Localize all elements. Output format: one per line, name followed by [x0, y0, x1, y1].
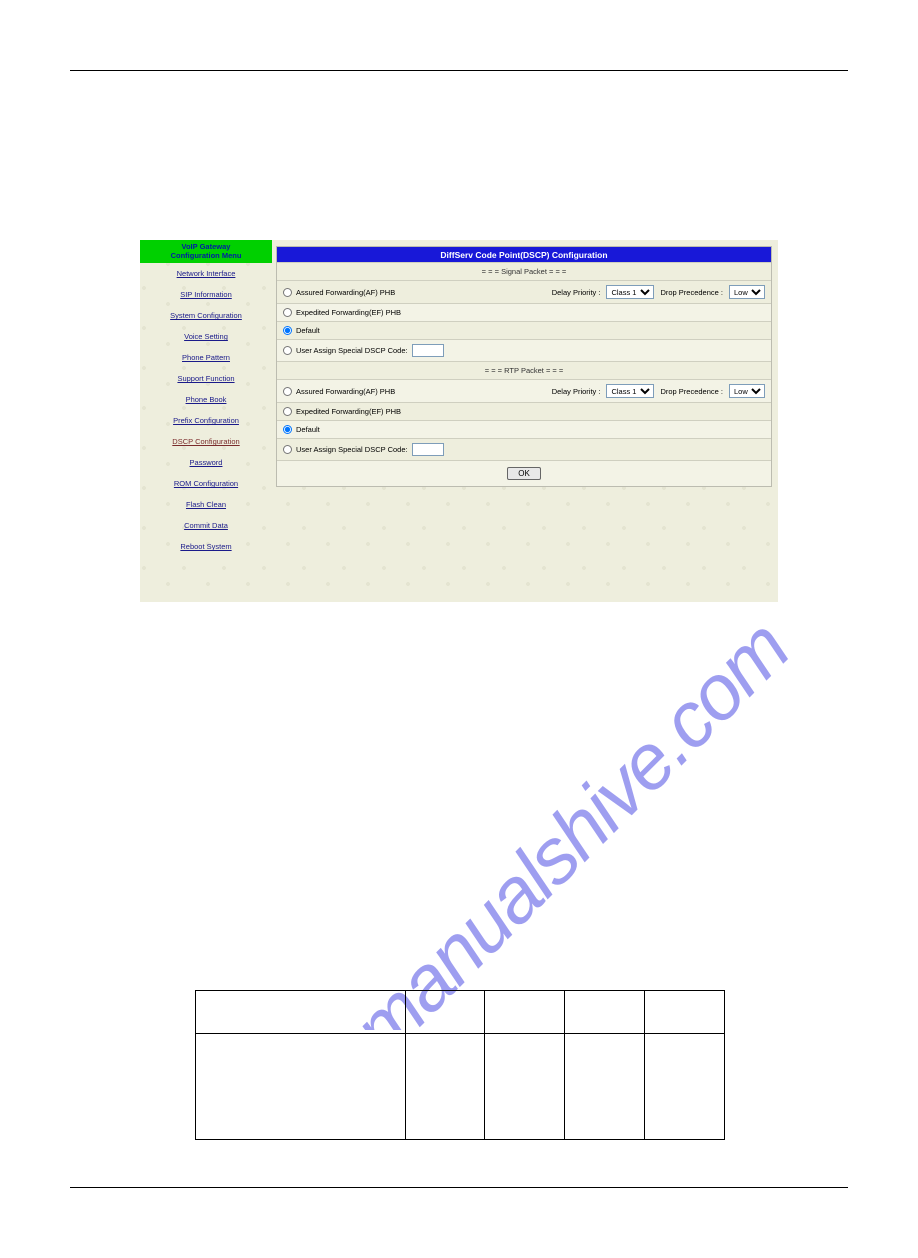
rtp-default-radio[interactable]: [283, 425, 292, 434]
signal-user-row: User Assign Special DSCP Code:: [277, 339, 771, 361]
signal-user-code-input[interactable]: [412, 344, 444, 357]
sidebar-item-network-interface[interactable]: Network Interface: [140, 263, 272, 284]
sidebar-item-support-function[interactable]: Support Function: [140, 368, 272, 389]
signal-default-row: Default: [277, 321, 771, 339]
table-row: [196, 991, 725, 1034]
rtp-user-option[interactable]: User Assign Special DSCP Code:: [283, 445, 408, 454]
sidebar-item-rom-configuration[interactable]: ROM Configuration: [140, 473, 272, 494]
rtp-user-code-input[interactable]: [412, 443, 444, 456]
signal-delay-select[interactable]: Class 1: [606, 285, 654, 299]
sidebar-item-prefix-configuration[interactable]: Prefix Configuration: [140, 410, 272, 431]
rtp-user-radio[interactable]: [283, 445, 292, 454]
rtp-user-row: User Assign Special DSCP Code:: [277, 438, 771, 460]
sidebar-item-commit-data[interactable]: Commit Data: [140, 515, 272, 536]
sidebar-item-flash-clean[interactable]: Flash Clean: [140, 494, 272, 515]
rtp-user-label: User Assign Special DSCP Code:: [296, 445, 408, 454]
rtp-delay-label: Delay Priority :: [552, 387, 601, 396]
signal-af-radio[interactable]: [283, 288, 292, 297]
sidebar-item-voice-setting[interactable]: Voice Setting: [140, 326, 272, 347]
table-row: [196, 1033, 725, 1139]
watermark-text: manualshive.com: [335, 604, 805, 1030]
signal-delay-label: Delay Priority :: [552, 288, 601, 297]
sidebar-item-sip-information[interactable]: SIP Information: [140, 284, 272, 305]
sidebar-header-line2: Configuration Menu: [142, 252, 270, 261]
rtp-af-radio[interactable]: [283, 387, 292, 396]
signal-drop-select[interactable]: Low: [729, 285, 765, 299]
signal-drop-label: Drop Precedence :: [660, 288, 723, 297]
rtp-af-option[interactable]: Assured Forwarding(AF) PHB: [283, 387, 395, 396]
ok-button[interactable]: OK: [507, 467, 541, 480]
sidebar: VoIP Gateway Configuration Menu Network …: [140, 240, 272, 557]
rtp-ef-label: Expedited Forwarding(EF) PHB: [296, 407, 401, 416]
rtp-ef-radio[interactable]: [283, 407, 292, 416]
rtp-delay-select[interactable]: Class 1: [606, 384, 654, 398]
signal-default-radio[interactable]: [283, 326, 292, 335]
signal-ef-radio[interactable]: [283, 308, 292, 317]
rtp-default-row: Default: [277, 420, 771, 438]
sidebar-item-phone-pattern[interactable]: Phone Pattern: [140, 347, 272, 368]
signal-af-option[interactable]: Assured Forwarding(AF) PHB: [283, 288, 395, 297]
dscp-panel: DiffServ Code Point(DSCP) Configuration …: [276, 246, 772, 487]
sidebar-item-system-configuration[interactable]: System Configuration: [140, 305, 272, 326]
sidebar-item-dscp-configuration[interactable]: DSCP Configuration: [140, 431, 272, 452]
signal-ef-row: Expedited Forwarding(EF) PHB: [277, 303, 771, 321]
rtp-drop-select[interactable]: Low: [729, 384, 765, 398]
sidebar-header: VoIP Gateway Configuration Menu: [140, 240, 272, 263]
signal-default-option[interactable]: Default: [283, 326, 320, 335]
empty-table-outline: [195, 990, 725, 1140]
sidebar-item-reboot-system[interactable]: Reboot System: [140, 536, 272, 557]
rtp-default-label: Default: [296, 425, 320, 434]
rtp-drop-label: Drop Precedence :: [660, 387, 723, 396]
signal-section-header: = = = Signal Packet = = =: [277, 262, 771, 280]
panel-title: DiffServ Code Point(DSCP) Configuration: [277, 247, 771, 262]
rtp-section-header: = = = RTP Packet = = =: [277, 361, 771, 379]
config-viewport: VoIP Gateway Configuration Menu Network …: [140, 240, 778, 602]
page-top-rule: [70, 70, 848, 71]
rtp-af-label: Assured Forwarding(AF) PHB: [296, 387, 395, 396]
signal-default-label: Default: [296, 326, 320, 335]
rtp-ef-row: Expedited Forwarding(EF) PHB: [277, 402, 771, 420]
ok-row: OK: [277, 460, 771, 486]
signal-user-radio[interactable]: [283, 346, 292, 355]
rtp-default-option[interactable]: Default: [283, 425, 320, 434]
rtp-ef-option[interactable]: Expedited Forwarding(EF) PHB: [283, 407, 401, 416]
signal-user-option[interactable]: User Assign Special DSCP Code:: [283, 346, 408, 355]
signal-af-label: Assured Forwarding(AF) PHB: [296, 288, 395, 297]
rtp-af-row: Assured Forwarding(AF) PHB Delay Priorit…: [277, 379, 771, 402]
sidebar-item-password[interactable]: Password: [140, 452, 272, 473]
signal-user-label: User Assign Special DSCP Code:: [296, 346, 408, 355]
sidebar-item-phone-book[interactable]: Phone Book: [140, 389, 272, 410]
signal-ef-option[interactable]: Expedited Forwarding(EF) PHB: [283, 308, 401, 317]
signal-ef-label: Expedited Forwarding(EF) PHB: [296, 308, 401, 317]
signal-af-row: Assured Forwarding(AF) PHB Delay Priorit…: [277, 280, 771, 303]
